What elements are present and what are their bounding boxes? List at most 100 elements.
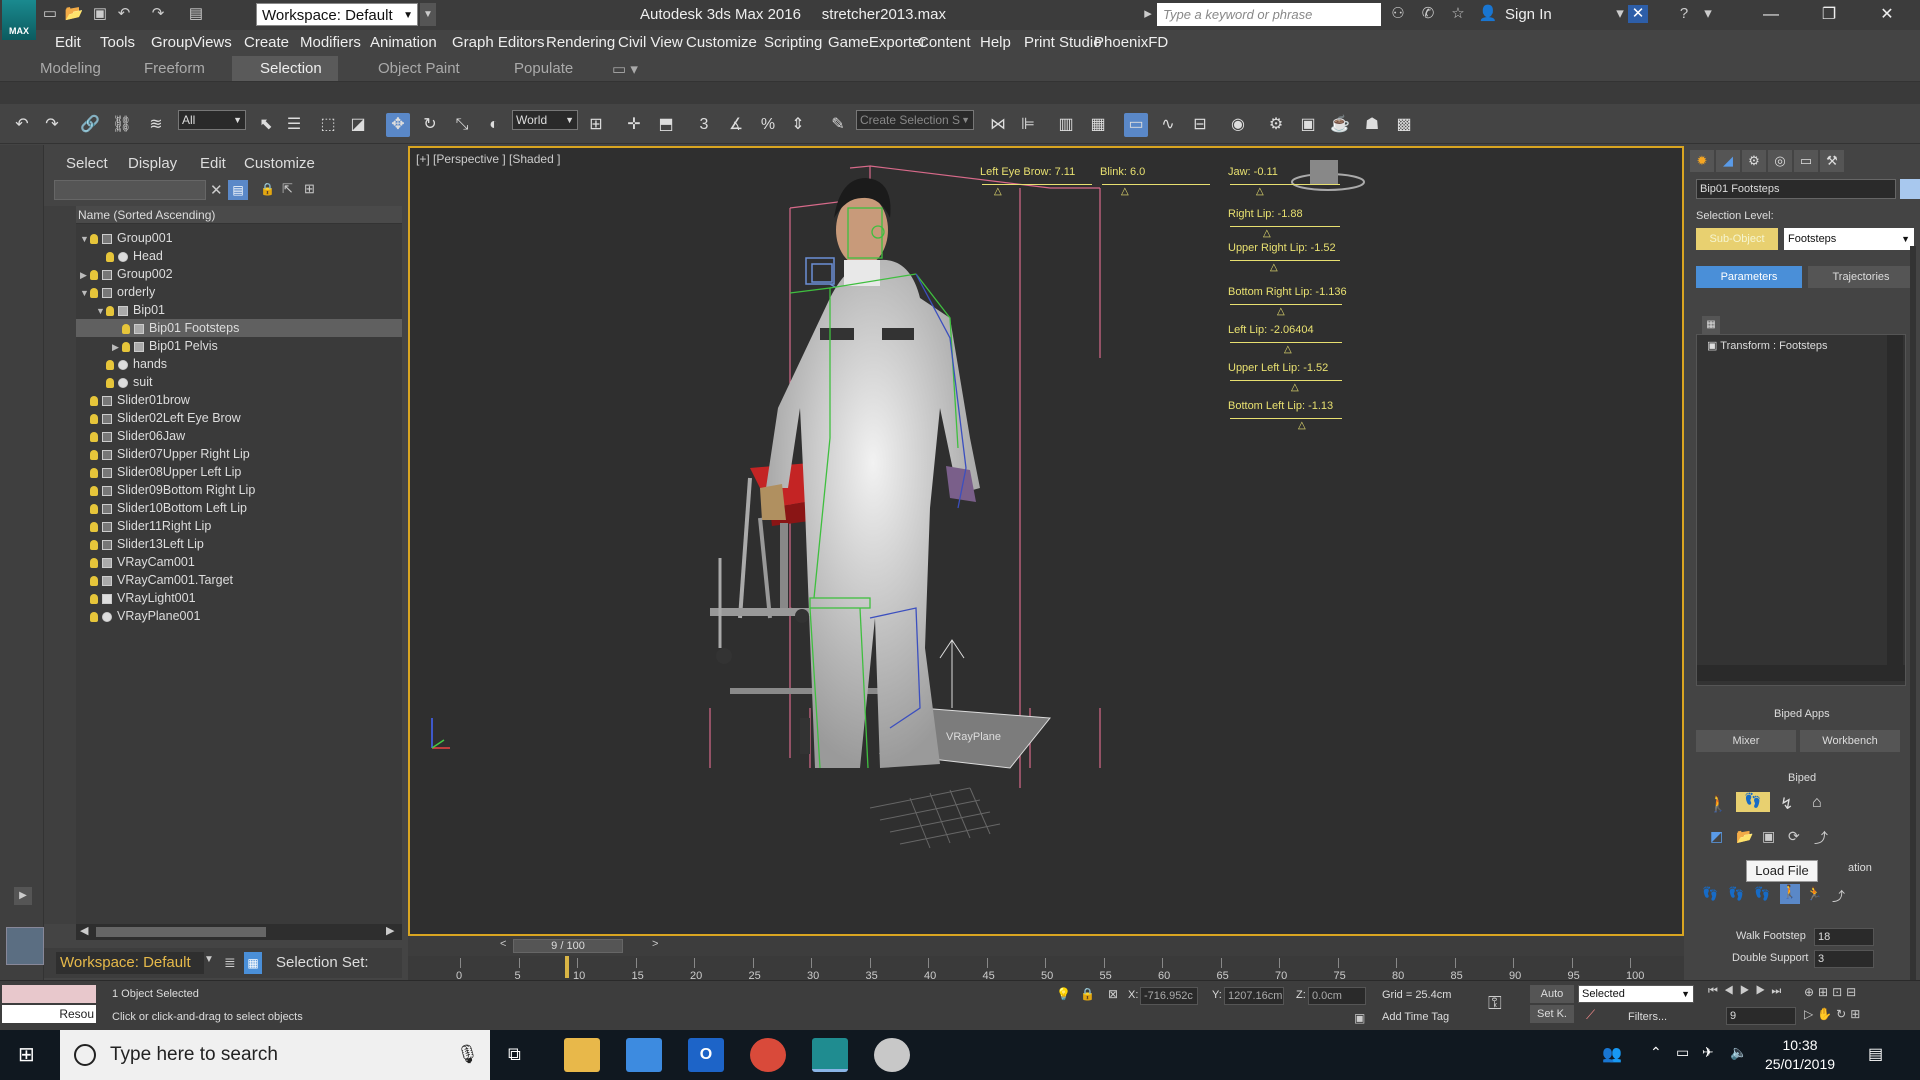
layer-icon[interactable]: ⊞ [304, 181, 315, 197]
menu-create[interactable]: Create [244, 34, 289, 51]
convert-icon[interactable]: ⟳ [1788, 828, 1800, 845]
render-iterative-icon[interactable]: ☗ [1360, 113, 1384, 137]
bind-space-warp-icon[interactable]: ≋ [144, 113, 168, 137]
visibility-bulb-icon[interactable] [90, 503, 98, 514]
perspective-viewport[interactable]: [+] [Perspective ] [Shaded ] VRayPlane L… [408, 146, 1684, 936]
menu-group[interactable]: Group [151, 34, 193, 51]
sign-in-link[interactable]: Sign In [1505, 6, 1552, 23]
scroll-thumb[interactable] [96, 927, 266, 937]
menu-customize[interactable]: Customize [686, 34, 757, 51]
lock-icon[interactable]: 🔒 [260, 182, 275, 196]
slider-handle-icon[interactable]: △ [1291, 382, 1299, 393]
facial-slider-track[interactable] [1230, 380, 1342, 381]
list-item[interactable]: ▼ orderly [76, 283, 402, 301]
menu-edit[interactable]: Edit [55, 34, 81, 51]
facial-slider-track[interactable] [982, 184, 1092, 185]
help-dropdown-icon[interactable]: ▾ [1698, 5, 1718, 23]
facial-slider-label[interactable]: Blink: 6.0 [1100, 166, 1145, 178]
workspace-menu-icon[interactable]: ▼ [420, 3, 436, 26]
list-item[interactable]: ▶ Group002 [76, 265, 402, 283]
facial-slider-label[interactable]: Upper Right Lip: -1.52 [1228, 242, 1336, 254]
save-biped-icon[interactable]: ◩ [1710, 828, 1723, 845]
clear-search-icon[interactable]: ✕ [210, 181, 223, 199]
ribbon-tab-populate[interactable]: Populate [514, 60, 573, 77]
key-filter-icon[interactable]: ⟋ [1586, 1007, 1595, 1023]
isolate-selection-icon[interactable]: 💡 [1056, 987, 1071, 1001]
time-tag-icon[interactable]: ▣ [1354, 1011, 1365, 1025]
list-item[interactable]: VRayPlane001 [76, 607, 402, 625]
list-item[interactable]: Slider08Upper Left Lip [76, 463, 402, 481]
slider-handle-icon[interactable]: △ [1284, 344, 1292, 355]
slider-handle-icon[interactable]: △ [1270, 262, 1278, 273]
visibility-bulb-icon[interactable] [90, 557, 98, 568]
modifier-stack-icon[interactable]: ▦ [1702, 316, 1720, 334]
window-crossing-icon[interactable]: ◪ [346, 113, 370, 137]
menu-tools[interactable]: Tools [100, 34, 135, 51]
menu-gameexporter[interactable]: GameExporter [828, 34, 926, 51]
jump-gait-icon[interactable]: ⤴ [1832, 886, 1845, 905]
create-footsteps-append-icon[interactable]: 👣 [1728, 886, 1744, 902]
viewport-navigation-controls[interactable]: ⊕⊞⊡⊟ [1804, 985, 1860, 999]
list-item[interactable]: VRayCam001 [76, 553, 402, 571]
list-item[interactable]: Slider02Left Eye Brow [76, 409, 402, 427]
slider-handle-icon[interactable]: △ [1277, 306, 1285, 317]
menu-animation[interactable]: Animation [370, 34, 437, 51]
visibility-bulb-icon[interactable] [90, 593, 98, 604]
modifier-item[interactable]: ▣ Transform : Footsteps [1707, 339, 1827, 352]
visibility-bulb-icon[interactable] [90, 611, 98, 622]
reference-coordinate-dropdown[interactable]: World ▼ [512, 110, 578, 130]
set-key-button[interactable]: Set K. [1530, 1005, 1574, 1023]
facial-slider-track[interactable] [1230, 418, 1342, 419]
list-item[interactable]: hands [76, 355, 402, 373]
close-button[interactable]: ✕ [1858, 0, 1916, 30]
load-file-icon[interactable]: 📂 [1736, 828, 1753, 845]
render-cloud-icon[interactable]: ▩ [1392, 113, 1416, 137]
ribbon-tab-selection[interactable]: Selection [260, 60, 322, 77]
next-frame-icon[interactable]: > [652, 938, 658, 950]
collapse-arrow-icon[interactable]: ▼ [80, 284, 90, 302]
select-manipulate-icon[interactable]: ✛ [622, 113, 646, 137]
list-item[interactable]: VRayLight001 [76, 589, 402, 607]
facial-slider-track[interactable] [1230, 184, 1340, 185]
z-coordinate-field[interactable]: 0.0cm [1308, 987, 1366, 1005]
list-item[interactable]: Slider11Right Lip [76, 517, 402, 535]
list-item[interactable]: Bip01 Footsteps [76, 319, 402, 337]
walk-footstep-spinner[interactable]: 18 [1814, 928, 1874, 946]
set-key-icon[interactable]: ⚿ [1488, 993, 1502, 1014]
workspace-dropdown[interactable]: Workspace: Default ▼ [256, 3, 418, 26]
modify-tab-icon[interactable]: ◢ [1716, 150, 1740, 172]
facial-slider-label[interactable]: Left Eye Brow: 7.11 [980, 166, 1075, 178]
double-support-spinner[interactable]: 3 [1814, 950, 1874, 968]
layers-icon[interactable]: ≣ [224, 954, 236, 971]
motion-flow-icon[interactable]: ↯ [1780, 794, 1793, 814]
y-coordinate-field[interactable]: 1207.16cm [1224, 987, 1284, 1005]
rendered-frame-window-icon[interactable]: ▣ [1296, 113, 1320, 137]
maximize-button[interactable]: ❐ [1800, 0, 1858, 30]
undo-icon[interactable]: ↶ [10, 113, 34, 137]
link-icon[interactable]: 🔗 [78, 113, 102, 137]
rotate-icon[interactable]: ↻ [418, 113, 442, 137]
visibility-bulb-icon[interactable] [90, 485, 98, 496]
sub-object-button[interactable]: Sub-Object [1696, 228, 1778, 250]
current-frame-marker[interactable] [565, 956, 570, 978]
selection-set-icon[interactable]: ▦ [244, 952, 262, 974]
expand-arrow-icon[interactable]: ▸ [1138, 5, 1158, 23]
spinner-snap-icon[interactable]: ⇕ [786, 113, 810, 137]
battery-icon[interactable]: ▭ [1676, 1044, 1689, 1061]
action-center-icon[interactable]: ▤ [1868, 1044, 1883, 1064]
walk-gait-icon[interactable]: 🚶 [1780, 884, 1800, 904]
project-folder-icon[interactable]: ▤ [186, 5, 206, 23]
visibility-bulb-icon[interactable] [106, 251, 114, 262]
keyword-search-input[interactable]: Type a keyword or phrase [1157, 3, 1381, 26]
chrome-icon[interactable] [750, 1038, 786, 1072]
facial-slider-label[interactable]: Upper Left Lip: -1.52 [1228, 362, 1328, 374]
explorer-tab-select[interactable]: Select [66, 155, 108, 172]
list-item[interactable]: ▶ Bip01 Pelvis [76, 337, 402, 355]
figure-mode-icon[interactable]: 🚶 [1708, 794, 1728, 814]
facial-slider-track[interactable] [1230, 226, 1340, 227]
maxscript-output[interactable]: Resou [2, 1005, 96, 1023]
visibility-bulb-icon[interactable] [122, 341, 130, 352]
maxscript-listener-icon[interactable] [6, 927, 44, 965]
previous-frame-icon[interactable]: < [500, 938, 506, 950]
render-setup-icon[interactable]: ⚙ [1264, 113, 1288, 137]
